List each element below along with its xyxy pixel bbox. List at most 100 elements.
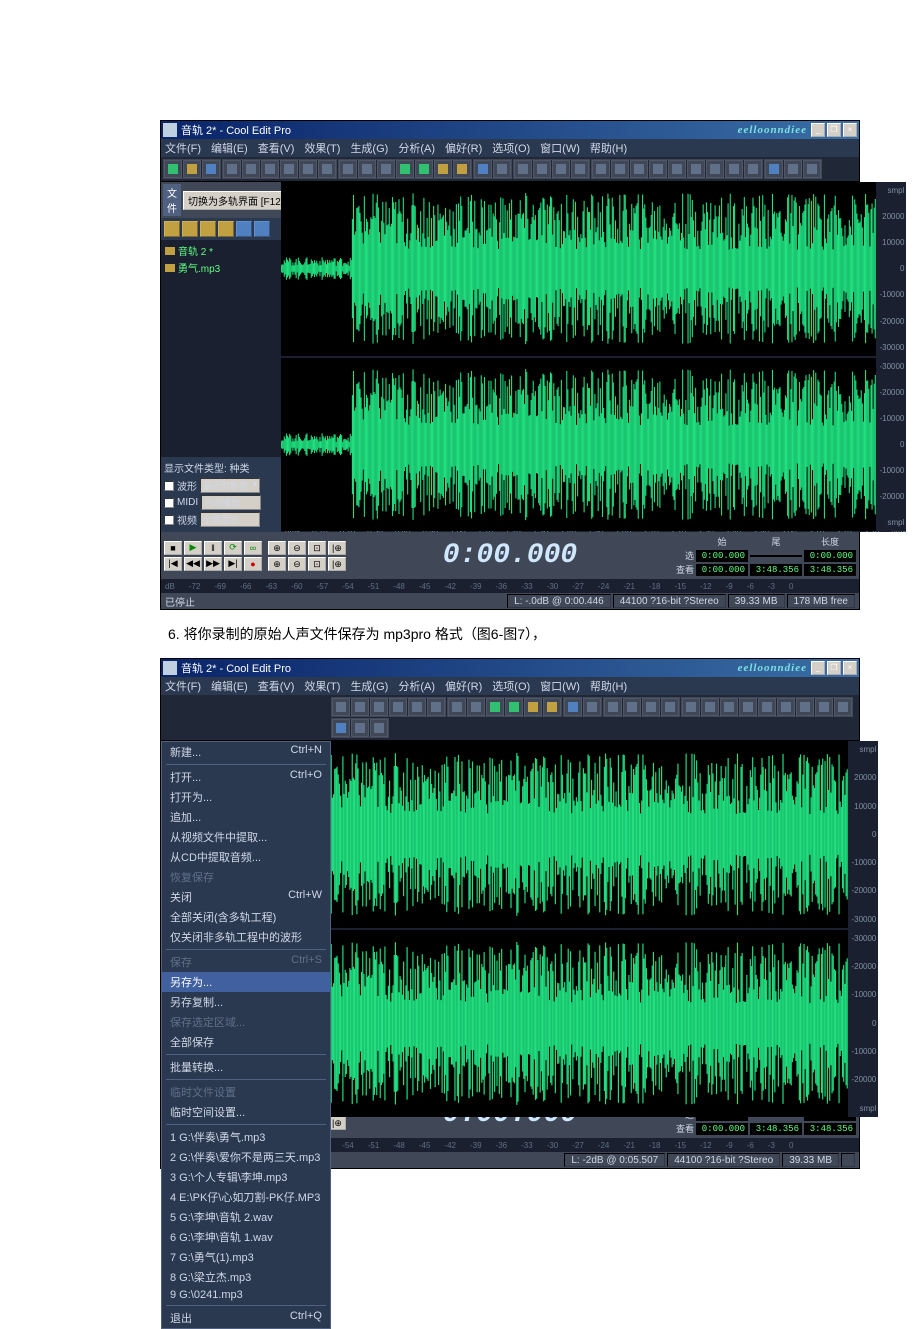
tool-btn[interactable] xyxy=(524,698,542,716)
menu-gen[interactable]: 生成(G) xyxy=(350,678,388,694)
rewind-button[interactable]: ◀◀ xyxy=(184,557,202,571)
menu-edit[interactable]: 编辑(E) xyxy=(211,678,248,694)
menu-item[interactable]: 退出Ctrl+Q xyxy=(162,1308,330,1328)
tool-btn[interactable] xyxy=(434,160,452,178)
tool-btn[interactable] xyxy=(701,698,719,716)
tool-btn[interactable] xyxy=(339,160,357,178)
menu-item[interactable]: 1 G:\伴奏\勇气.mp3 xyxy=(162,1127,330,1147)
zoom-button[interactable]: |⊕ xyxy=(328,541,346,555)
menu-item[interactable]: 关闭Ctrl+W xyxy=(162,887,330,907)
tool-btn[interactable] xyxy=(202,160,220,178)
tool-btn[interactable] xyxy=(744,160,762,178)
level-meter[interactable]: dB-72-69-66-63-60-57-54-51-48-45-42-39-3… xyxy=(161,579,859,593)
gostart-button[interactable]: |◀ xyxy=(164,557,182,571)
tool-btn[interactable] xyxy=(261,160,279,178)
sbar-insert-icon[interactable] xyxy=(200,221,216,237)
menu-item[interactable]: 2 G:\伴奏\爱你不是两三天.mp3 xyxy=(162,1147,330,1167)
waveform-right[interactable]: -30000-20000-100000-10000-20000smpl xyxy=(281,358,906,531)
tool-btn[interactable] xyxy=(280,160,298,178)
zoom-button[interactable]: ⊡ xyxy=(308,557,326,571)
tool-btn[interactable] xyxy=(642,698,660,716)
menu-item[interactable]: 从CD中提取音频... xyxy=(162,847,330,867)
tool-btn[interactable] xyxy=(183,160,201,178)
tool-btn[interactable] xyxy=(720,698,738,716)
menu-item[interactable]: 全部关闭(含多轨工程) xyxy=(162,907,330,927)
waveform-left[interactable]: smpl20000100000-10000-20000-30000 xyxy=(253,741,878,928)
menu-effect[interactable]: 效果(T) xyxy=(304,678,340,694)
tool-btn[interactable] xyxy=(583,698,601,716)
menu-item[interactable]: 9 G:\0241.mp3 xyxy=(162,1287,330,1303)
tool-btn[interactable] xyxy=(389,698,407,716)
sbar-help-icon[interactable] xyxy=(254,221,270,237)
sbar-edit-icon[interactable] xyxy=(218,221,234,237)
menu-help[interactable]: 帮助(H) xyxy=(590,678,627,694)
menu-item[interactable]: 批量转换... xyxy=(162,1057,330,1077)
recent-select[interactable]: 最近的影音▾ xyxy=(200,478,260,493)
tool-btn[interactable] xyxy=(739,698,757,716)
tool-btn[interactable] xyxy=(649,160,667,178)
tool-btn[interactable] xyxy=(543,698,561,716)
tool-btn[interactable] xyxy=(493,160,511,178)
tool-btn[interactable] xyxy=(687,160,705,178)
tool-btn[interactable] xyxy=(623,698,641,716)
menu-item[interactable]: 追加... xyxy=(162,807,330,827)
sbar-opts-icon[interactable] xyxy=(236,221,252,237)
check-video[interactable] xyxy=(164,515,174,525)
check-midi[interactable] xyxy=(164,498,174,508)
close-button[interactable]: × xyxy=(843,661,857,675)
record-button[interactable]: ● xyxy=(244,557,262,571)
menu-ana[interactable]: 分析(A) xyxy=(398,140,435,156)
loop-button[interactable]: ⟳ xyxy=(224,541,242,555)
menu-gen[interactable]: 生成(G) xyxy=(350,140,388,156)
menu-win[interactable]: 窗口(W) xyxy=(540,140,580,156)
tool-btn[interactable] xyxy=(505,698,523,716)
tool-btn[interactable] xyxy=(370,719,388,737)
tool-btn[interactable] xyxy=(358,160,376,178)
sbar-close-icon[interactable] xyxy=(182,221,198,237)
menu-edit[interactable]: 编辑(E) xyxy=(211,140,248,156)
tool-btn[interactable] xyxy=(611,160,629,178)
infinite-button[interactable]: ∞ xyxy=(244,541,262,555)
menu-item[interactable]: 临时空间设置... xyxy=(162,1102,330,1122)
menu-win[interactable]: 窗口(W) xyxy=(540,678,580,694)
pause-button[interactable]: ‖ xyxy=(204,541,222,555)
tool-btn[interactable] xyxy=(223,160,241,178)
sel-len[interactable]: 0:00.000 xyxy=(804,550,856,562)
tool-btn[interactable] xyxy=(533,160,551,178)
menu-item[interactable]: 另存为... xyxy=(162,972,330,992)
tool-btn[interactable] xyxy=(668,160,686,178)
close-button[interactable]: × xyxy=(843,123,857,137)
menu-file[interactable]: 文件(F) xyxy=(165,140,201,156)
tool-btn[interactable] xyxy=(571,160,589,178)
tool-btn[interactable] xyxy=(318,160,336,178)
tool-btn[interactable] xyxy=(453,160,471,178)
switch-multitrack-button[interactable]: 切换为多轨界面 [F12] xyxy=(183,191,289,210)
menu-item[interactable]: 打开为... xyxy=(162,787,330,807)
minimize-button[interactable]: _ xyxy=(811,661,825,675)
zoom-button[interactable]: ⊕ xyxy=(268,541,286,555)
tool-btn[interactable] xyxy=(725,160,743,178)
menu-view[interactable]: 查看(V) xyxy=(258,140,295,156)
menu-item[interactable]: 8 G:\梁立杰.mp3 xyxy=(162,1267,330,1287)
tool-btn[interactable] xyxy=(604,698,622,716)
menu-item[interactable]: 另存复制... xyxy=(162,992,330,1012)
forward-button[interactable]: ▶▶ xyxy=(204,557,222,571)
zoom-button[interactable]: ⊕ xyxy=(268,557,286,571)
menu-item[interactable]: 仅关闭非多轨工程中的波形 xyxy=(162,927,330,947)
tool-btn[interactable] xyxy=(164,160,182,178)
tool-btn[interactable] xyxy=(299,160,317,178)
view-end[interactable]: 3:48.356 xyxy=(750,564,802,576)
titlebar[interactable]: 音轨 2* - Cool Edit Pro eelloonndiee _ ❐ × xyxy=(161,659,859,677)
menu-opt[interactable]: 选项(O) xyxy=(492,678,530,694)
sel-begin[interactable]: 0:00.000 xyxy=(696,550,748,562)
tool-btn[interactable] xyxy=(408,698,426,716)
tool-btn[interactable] xyxy=(803,160,821,178)
sel-end[interactable] xyxy=(750,555,802,557)
menu-item[interactable]: 新建...Ctrl+N xyxy=(162,742,330,762)
tool-btn[interactable] xyxy=(332,719,350,737)
tool-btn[interactable] xyxy=(777,698,795,716)
tool-btn[interactable] xyxy=(514,160,532,178)
menu-item[interactable]: 3 G:\个人专辑\李坤.mp3 xyxy=(162,1167,330,1187)
titlebar[interactable]: 音轨 2* - Cool Edit Pro eelloonndiee _ ❐ × xyxy=(161,121,859,139)
tool-btn[interactable] xyxy=(474,160,492,178)
